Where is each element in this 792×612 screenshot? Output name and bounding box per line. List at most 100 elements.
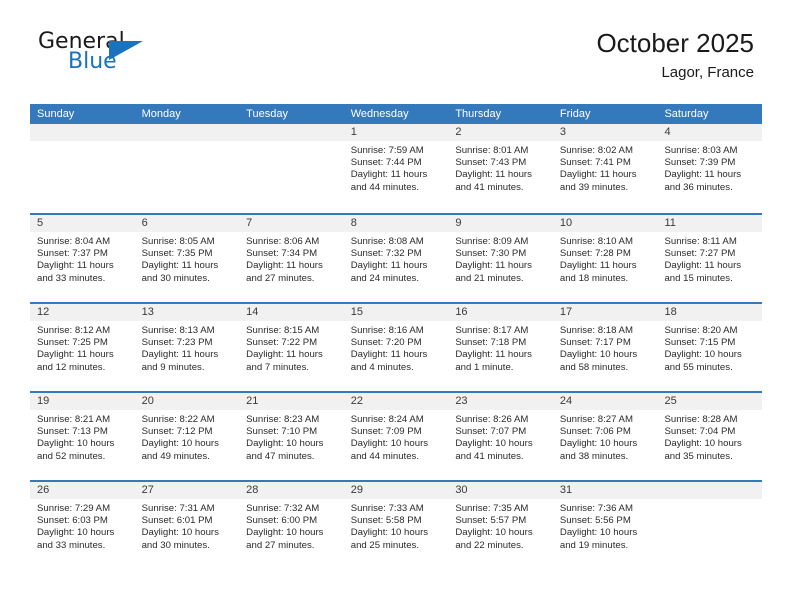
day-daylight2-text: and 44 minutes. [350,181,420,193]
day-sunrise-text: Sunrise: 8:28 AM [664,414,738,425]
day-number: 22 [343,393,449,410]
day-daylight2-text: and 22 minutes. [455,539,524,551]
day-sun-info: Sunrise: 8:05 AM Sunset: 7:35 PM Daylight:… [135,232,240,285]
calendar-day-cell[interactable]: 16 Sunrise: 8:17 AM Sunset: 7:18 PM Dayligh… [448,304,553,391]
day-daylight2-text: and 4 minutes. [350,361,414,373]
calendar-day-cell[interactable]: 8 Sunrise: 8:08 AM Sunset: 7:32 PM Daylight… [343,215,449,302]
day-sunrise-text: Sunrise: 8:24 AM [350,414,424,425]
dow-tuesday: Tuesday [246,108,288,120]
day-sun-info: Sunrise: 8:23 AM Sunset: 7:10 PM Daylight:… [239,410,344,463]
day-sunset-text: Sunset: 7:44 PM [350,157,422,169]
day-sun-info: Sunrise: 8:12 AM Sunset: 7:25 PM Daylight:… [30,321,135,374]
day-sun-info: Sunrise: 7:29 AM Sunset: 6:03 PM Daylight:… [30,499,135,552]
calendar-day-cell[interactable]: 4 Sunrise: 8:03 AM Sunset: 7:39 PM Daylight… [657,124,763,213]
day-daylight2-text: and 1 minute. [455,361,514,373]
calendar-day-cell[interactable]: 27 Sunrise: 7:31 AM Sunset: 6:01 PM Dayligh… [134,482,240,569]
day-sun-info: Sunrise: 8:17 AM Sunset: 7:18 PM Daylight:… [448,321,553,374]
day-sunrise-text: Sunrise: 8:26 AM [455,414,529,425]
day-daylight1-text: Daylight: 10 hours [559,438,638,450]
day-number: 18 [657,304,763,321]
calendar-day-cell[interactable]: 28 Sunrise: 7:32 AM Sunset: 6:00 PM Dayligh… [239,482,344,569]
day-daylight2-text: and 30 minutes. [141,272,210,284]
day-sunset-text: Sunset: 7:30 PM [455,248,527,260]
day-sun-info: Sunrise: 8:22 AM Sunset: 7:12 PM Daylight:… [135,410,240,463]
day-sun-info: Sunrise: 8:27 AM Sunset: 7:06 PM Daylight:… [553,410,658,463]
day-sun-info [135,141,240,145]
day-sun-info: Sunrise: 8:04 AM Sunset: 7:37 PM Daylight:… [30,232,135,285]
day-number: 17 [552,304,658,321]
day-sun-info: Sunrise: 8:18 AM Sunset: 7:17 PM Daylight:… [553,321,658,374]
day-sunrise-text: Sunrise: 8:03 AM [664,145,738,156]
day-daylight2-text: and 27 minutes. [246,272,315,284]
calendar-day-cell[interactable]: 3 Sunrise: 8:02 AM Sunset: 7:41 PM Daylight… [552,124,658,213]
calendar-day-cell[interactable]: 2 Sunrise: 8:01 AM Sunset: 7:43 PM Daylight… [448,124,553,213]
day-number: 24 [552,393,658,410]
day-number: 9 [448,215,553,232]
day-sunrise-text: Sunrise: 8:08 AM [350,236,424,247]
calendar-day-cell[interactable]: 29 Sunrise: 7:33 AM Sunset: 5:58 PM Dayligh… [343,482,449,569]
day-sunrise-text: Sunrise: 8:12 AM [37,325,111,336]
day-number: 28 [239,482,344,499]
calendar-day-cell[interactable]: 1 Sunrise: 7:59 AM Sunset: 7:44 PM Daylight… [343,124,449,213]
day-daylight2-text: and 7 minutes. [246,361,310,373]
day-daylight1-text: Daylight: 11 hours [559,260,637,272]
day-daylight2-text: and 35 minutes. [664,450,733,462]
general-blue-logo: General Blue [38,30,218,82]
day-daylight2-text: and 30 minutes. [141,539,210,551]
calendar-day-cell[interactable]: 18 Sunrise: 8:20 AM Sunset: 7:15 PM Dayligh… [657,304,763,391]
calendar-day-cell[interactable]: 31 Sunrise: 7:36 AM Sunset: 5:56 PM Dayligh… [552,482,658,569]
calendar-day-cell[interactable]: 30 Sunrise: 7:35 AM Sunset: 5:57 PM Dayligh… [448,482,553,569]
day-daylight1-text: Daylight: 11 hours [37,349,114,361]
day-daylight1-text: Daylight: 10 hours [246,527,324,539]
calendar-week-row: 12 Sunrise: 8:12 AM Sunset: 7:25 PM Dayligh… [30,302,763,391]
day-number [657,482,763,499]
calendar-day-cell[interactable]: 15 Sunrise: 8:16 AM Sunset: 7:20 PM Dayligh… [343,304,449,391]
calendar-day-cell[interactable]: 6 Sunrise: 8:05 AM Sunset: 7:35 PM Daylight… [134,215,240,302]
calendar-day-cell[interactable]: 21 Sunrise: 8:23 AM Sunset: 7:10 PM Dayligh… [239,393,344,480]
dow-sunday: Sunday [37,108,75,120]
day-sun-info: Sunrise: 7:32 AM Sunset: 6:00 PM Daylight:… [239,499,344,552]
calendar-week-row: 19 Sunrise: 8:21 AM Sunset: 7:13 PM Dayligh… [30,391,763,480]
calendar-day-cell[interactable]: 24 Sunrise: 8:27 AM Sunset: 7:06 PM Dayligh… [552,393,658,480]
calendar-day-cell[interactable]: 12 Sunrise: 8:12 AM Sunset: 7:25 PM Dayligh… [30,304,135,391]
day-sunrise-text: Sunrise: 7:31 AM [141,503,215,514]
day-sunset-text: Sunset: 7:20 PM [350,337,422,349]
calendar-day-cell[interactable]: 25 Sunrise: 8:28 AM Sunset: 7:04 PM Dayligh… [657,393,763,480]
calendar-day-cell[interactable]: 13 Sunrise: 8:13 AM Sunset: 7:23 PM Dayligh… [134,304,240,391]
day-sunrise-text: Sunrise: 8:15 AM [246,325,320,336]
day-sunrise-text: Sunrise: 8:11 AM [664,236,737,247]
day-sun-info: Sunrise: 8:13 AM Sunset: 7:23 PM Daylight:… [135,321,240,374]
calendar-day-cell[interactable]: 19 Sunrise: 8:21 AM Sunset: 7:13 PM Dayligh… [30,393,135,480]
calendar-week-row: 26 Sunrise: 7:29 AM Sunset: 6:03 PM Dayligh… [30,480,763,569]
calendar-day-cell[interactable]: 20 Sunrise: 8:22 AM Sunset: 7:12 PM Dayligh… [134,393,240,480]
day-sunrise-text: Sunrise: 7:32 AM [246,503,320,514]
day-number: 8 [343,215,449,232]
calendar-day-cell[interactable]: 11 Sunrise: 8:11 AM Sunset: 7:27 PM Dayligh… [657,215,763,302]
calendar-day-cell[interactable]: 9 Sunrise: 8:09 AM Sunset: 7:30 PM Daylight… [448,215,553,302]
day-sun-info: Sunrise: 8:02 AM Sunset: 7:41 PM Daylight:… [553,141,658,194]
day-sun-info: Sunrise: 8:20 AM Sunset: 7:15 PM Daylight:… [657,321,762,374]
calendar-day-cell[interactable]: 7 Sunrise: 8:06 AM Sunset: 7:34 PM Daylight… [239,215,344,302]
day-sunrise-text: Sunrise: 8:21 AM [37,414,111,425]
day-sunset-text: Sunset: 7:12 PM [141,426,213,438]
calendar-grid: Sunday Monday Tuesday Wednesday Thursday… [30,104,763,569]
day-sun-info: Sunrise: 8:15 AM Sunset: 7:22 PM Daylight:… [239,321,344,374]
day-sunrise-text: Sunrise: 8:18 AM [559,325,633,336]
day-sunset-text: Sunset: 7:41 PM [559,157,631,169]
day-number: 7 [239,215,344,232]
day-number: 31 [552,482,658,499]
day-number: 13 [134,304,240,321]
day-daylight1-text: Daylight: 11 hours [455,260,532,272]
day-daylight2-text: and 9 minutes. [141,361,205,373]
calendar-day-cell[interactable]: 23 Sunrise: 8:26 AM Sunset: 7:07 PM Dayligh… [448,393,553,480]
calendar-day-cell[interactable]: 10 Sunrise: 8:10 AM Sunset: 7:28 PM Dayligh… [552,215,658,302]
day-daylight2-text: and 52 minutes. [37,450,106,462]
calendar-day-cell[interactable]: 22 Sunrise: 8:24 AM Sunset: 7:09 PM Dayligh… [343,393,449,480]
calendar-day-cell[interactable]: 5 Sunrise: 8:04 AM Sunset: 7:37 PM Daylight… [30,215,135,302]
day-number: 5 [30,215,135,232]
day-daylight2-text: and 39 minutes. [559,181,629,193]
day-daylight1-text: Daylight: 11 hours [350,169,428,181]
calendar-day-cell[interactable]: 14 Sunrise: 8:15 AM Sunset: 7:22 PM Dayligh… [239,304,344,391]
calendar-day-cell[interactable]: 26 Sunrise: 7:29 AM Sunset: 6:03 PM Dayligh… [30,482,135,569]
calendar-day-cell[interactable]: 17 Sunrise: 8:18 AM Sunset: 7:17 PM Dayligh… [552,304,658,391]
